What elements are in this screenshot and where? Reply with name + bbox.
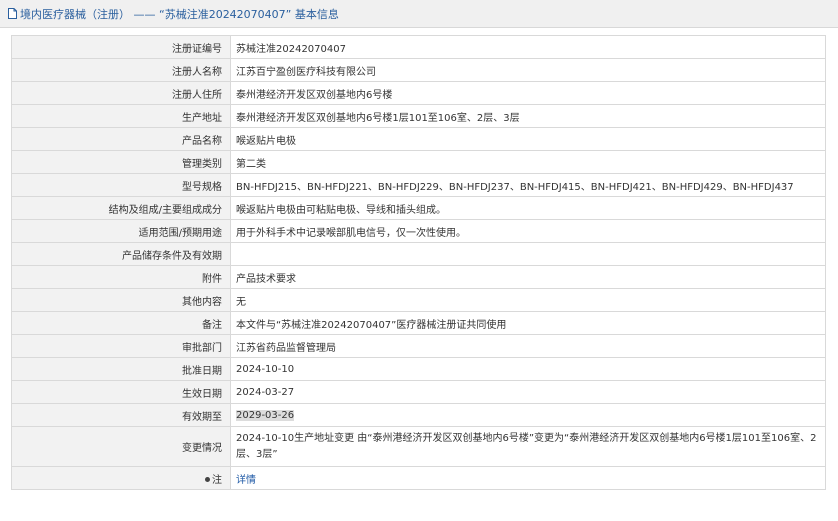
- row-label: 型号规格: [11, 173, 231, 197]
- table-row: 注 详情: [11, 466, 826, 490]
- row-value: 用于外科手术中记录喉部肌电信号，仅一次性使用。: [230, 219, 826, 243]
- row-value: 泰州港经济开发区双创基地内6号楼1层101至106室、2层、3层: [230, 104, 826, 128]
- row-label: 产品储存条件及有效期: [11, 242, 231, 266]
- row-label: 注册人名称: [11, 58, 231, 82]
- row-label: 管理类别: [11, 150, 231, 174]
- table-row: 备注 本文件与“苏械注准20242070407”医疗器械注册证共同使用: [11, 311, 826, 335]
- table-row: 适用范围/预期用途 用于外科手术中记录喉部肌电信号，仅一次性使用。: [11, 219, 826, 243]
- table-row: 管理类别 第二类: [11, 150, 826, 174]
- row-label: 备注: [11, 311, 231, 335]
- row-value: 2024-10-10生产地址变更 由“泰州港经济开发区双创基地内6号楼”变更为“…: [230, 426, 826, 467]
- row-label: 适用范围/预期用途: [11, 219, 231, 243]
- detail-table-wrapper: 注册证编号 苏械注准20242070407 注册人名称 江苏百宁盈创医疗科技有限…: [11, 35, 826, 490]
- table-row: 附件 产品技术要求: [11, 265, 826, 289]
- row-label: 附件: [11, 265, 231, 289]
- page-header: 境内医疗器械（注册） —— “苏械注准20242070407” 基本信息: [0, 0, 838, 28]
- row-label: 注册证编号: [11, 35, 231, 59]
- table-row: 结构及组成/主要组成成分 喉返贴片电极由可粘贴电极、导线和插头组成。: [11, 196, 826, 220]
- row-value: 江苏百宁盈创医疗科技有限公司: [230, 58, 826, 82]
- row-label: 注册人住所: [11, 81, 231, 105]
- row-value: 江苏省药品监督管理局: [230, 334, 826, 358]
- row-label: 变更情况: [11, 426, 231, 467]
- table-row: 注册证编号 苏械注准20242070407: [11, 35, 826, 59]
- row-value: 喉返贴片电极由可粘贴电极、导线和插头组成。: [230, 196, 826, 220]
- row-label: 审批部门: [11, 334, 231, 358]
- row-label: 结构及组成/主要组成成分: [11, 196, 231, 220]
- row-value: 本文件与“苏械注准20242070407”医疗器械注册证共同使用: [230, 311, 826, 335]
- table-row: 生产地址 泰州港经济开发区双创基地内6号楼1层101至106室、2层、3层: [11, 104, 826, 128]
- row-value: 喉返贴片电极: [230, 127, 826, 151]
- table-row: 审批部门 江苏省药品监督管理局: [11, 334, 826, 358]
- row-value: 2024-03-27: [230, 380, 826, 404]
- table-row: 生效日期 2024-03-27: [11, 380, 826, 404]
- row-value: 2024-10-10: [230, 357, 826, 381]
- row-label: 生产地址: [11, 104, 231, 128]
- table-row: 注册人住所 泰州港经济开发区双创基地内6号楼: [11, 81, 826, 105]
- row-value: BN-HFDJ215、BN-HFDJ221、BN-HFDJ229、BN-HFDJ…: [230, 173, 826, 197]
- row-value: 苏械注准20242070407: [230, 35, 826, 59]
- row-value: [230, 242, 826, 266]
- table-row: 型号规格 BN-HFDJ215、BN-HFDJ221、BN-HFDJ229、BN…: [11, 173, 826, 197]
- row-label: 其他内容: [11, 288, 231, 312]
- table-row: 批准日期 2024-10-10: [11, 357, 826, 381]
- expiry-date-highlight: 2029-03-26: [236, 409, 295, 421]
- row-label: 注: [11, 466, 231, 490]
- row-label: 生效日期: [11, 380, 231, 404]
- table-row: 有效期至 2029-03-26: [11, 403, 826, 427]
- row-value: 详情: [230, 466, 826, 490]
- row-value: 2029-03-26: [230, 403, 826, 427]
- bullet-icon: [205, 476, 210, 482]
- row-label: 有效期至: [11, 403, 231, 427]
- table-row: 产品储存条件及有效期: [11, 242, 826, 266]
- row-value: 产品技术要求: [230, 265, 826, 289]
- details-link[interactable]: 详情: [236, 475, 256, 486]
- detail-table: 注册证编号 苏械注准20242070407 注册人名称 江苏百宁盈创医疗科技有限…: [11, 35, 826, 490]
- table-row: 注册人名称 江苏百宁盈创医疗科技有限公司: [11, 58, 826, 82]
- row-label: 产品名称: [11, 127, 231, 151]
- row-label: 批准日期: [11, 357, 231, 381]
- row-value: 无: [230, 288, 826, 312]
- table-row: 其他内容 无: [11, 288, 826, 312]
- table-row: 变更情况 2024-10-10生产地址变更 由“泰州港经济开发区双创基地内6号楼…: [11, 426, 826, 467]
- row-value: 泰州港经济开发区双创基地内6号楼: [230, 81, 826, 105]
- document-icon: [8, 8, 17, 19]
- table-row: 产品名称 喉返贴片电极: [11, 127, 826, 151]
- note-label: 注: [212, 474, 222, 486]
- page-title: 境内医疗器械（注册） —— “苏械注准20242070407” 基本信息: [20, 7, 339, 21]
- row-value: 第二类: [230, 150, 826, 174]
